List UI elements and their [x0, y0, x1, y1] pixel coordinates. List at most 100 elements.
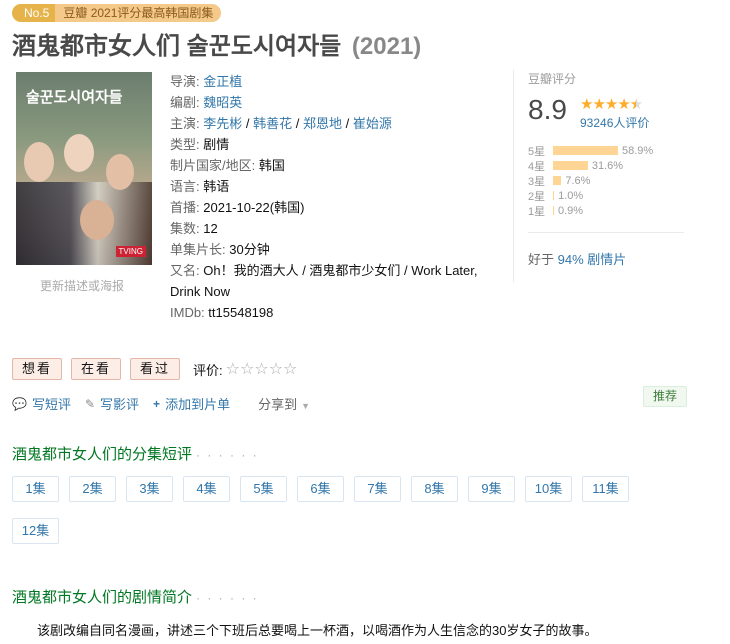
- watching-button[interactable]: 在看: [71, 358, 122, 380]
- distribution-percent: 0.9%: [558, 204, 584, 217]
- writer-link[interactable]: 魏昭英: [203, 95, 242, 110]
- share-dropdown[interactable]: 分享到 ▼: [258, 394, 310, 413]
- add-to-list-label: 添加到片单: [165, 397, 231, 412]
- episode-button[interactable]: 1集: [12, 476, 59, 502]
- director-row: 导演: 金正植: [170, 71, 490, 92]
- distribution-row: 1星 0.9%: [528, 203, 688, 218]
- rating-stars-icon: ★★★★★★: [580, 96, 643, 113]
- director-label: 导演:: [170, 74, 200, 89]
- rating-label: 豆瓣评分: [528, 72, 577, 86]
- episode-button[interactable]: 7集: [354, 476, 401, 502]
- want-to-watch-button[interactable]: 想看: [12, 358, 63, 380]
- pencil-icon: ✎: [84, 396, 96, 411]
- title-main: 酒鬼都市女人们 술꾼도시여자들: [12, 33, 342, 60]
- better-prefix: 好于: [528, 252, 555, 267]
- distribution-label: 3星: [528, 175, 546, 188]
- write-short-review-label: 写短评: [31, 397, 71, 412]
- cast-link[interactable]: 韩善花: [253, 116, 292, 131]
- plus-icon: +: [153, 396, 161, 411]
- episode-button[interactable]: 4集: [183, 476, 230, 502]
- cast-label: 主演:: [170, 116, 200, 131]
- watched-button[interactable]: 看过: [130, 358, 181, 380]
- distribution-percent: 31.6%: [591, 159, 624, 172]
- distribution-row: 3星 7.6%: [528, 173, 688, 188]
- episode-button[interactable]: 2集: [69, 476, 116, 502]
- poster-face: [80, 200, 114, 240]
- rate-stars-icon[interactable]: ☆☆☆☆☆: [226, 359, 298, 379]
- page-title: 酒鬼都市女人们 술꾼도시여자들 (2021): [12, 26, 421, 61]
- episodes-row: 集数: 12: [170, 218, 490, 239]
- episode-button[interactable]: 6集: [297, 476, 344, 502]
- runtime-row: 单集片长: 30分钟: [170, 239, 490, 260]
- episode-button[interactable]: 9集: [468, 476, 515, 502]
- premiere-label: 首播:: [170, 200, 200, 215]
- add-to-list-link[interactable]: + 添加到片单: [153, 394, 230, 413]
- title-year: (2021): [351, 33, 422, 60]
- episode-button[interactable]: 10集: [525, 476, 572, 502]
- language-label: 语言:: [170, 179, 200, 194]
- summary-text: 该剧改编自同名漫画，讲述三个下班后总要喝上一杯酒，以喝酒作为人生信念的30岁女子…: [37, 623, 598, 638]
- poster-face: [24, 142, 54, 182]
- tools-row: 💬 写短评 ✎ 写影评 + 添加到片单 分享到 ▼: [12, 394, 310, 413]
- genre-row: 类型: 剧情: [170, 134, 490, 155]
- distribution-label: 2星: [528, 190, 546, 203]
- language-value: 韩语: [203, 179, 230, 194]
- summary-section-title: 酒鬼都市女人们的剧情简介 · · · · · ·: [12, 586, 259, 607]
- distribution-bar: [553, 206, 554, 215]
- distribution-percent: 7.6%: [565, 174, 591, 187]
- genre-value: 剧情: [203, 137, 230, 152]
- poster-face: [64, 134, 94, 172]
- status-actions: 想看 在看 看过 评价: ☆☆☆☆☆: [12, 358, 297, 380]
- distribution-label: 1星: [528, 205, 546, 218]
- episode-button[interactable]: 11集: [582, 476, 629, 502]
- episode-button[interactable]: 12集: [12, 518, 59, 544]
- section-dots: · · · · · ·: [196, 591, 259, 605]
- aka-row: 又名: Oh！我的酒大人 / 酒鬼都市少女们 / Work Later, Dri…: [170, 260, 490, 302]
- section-dots: · · · · · ·: [196, 448, 259, 462]
- rating-score: 8.9: [528, 94, 567, 125]
- cast-link[interactable]: 郑恩地: [303, 116, 342, 131]
- award-label: 豆瓣 2021评分最高韩国剧集: [55, 4, 222, 22]
- episodes-section-title: 酒鬼都市女人们的分集短评 · · · · · ·: [12, 443, 259, 464]
- episode-grid: 1集 2集 3集 4集 5集 6集 7集 8集 9集 10集 11集 12集: [12, 476, 652, 544]
- aka-label: 又名:: [170, 263, 200, 278]
- imdb-label: IMDb:: [170, 305, 205, 320]
- director-link[interactable]: 金正植: [203, 74, 242, 89]
- info-panel: 导演: 金正植 编剧: 魏昭英 主演: 李先彬 / 韩善花 / 郑恩地 / 崔始…: [170, 71, 490, 323]
- distribution-percent: 58.9%: [622, 144, 654, 157]
- write-short-review-link[interactable]: 💬 写短评: [12, 394, 71, 413]
- better-than: 好于 94% 剧情片: [528, 249, 626, 268]
- ranking-badge[interactable]: No.5 豆瓣 2021评分最高韩国剧集: [12, 4, 222, 22]
- distribution-bar: [553, 191, 555, 200]
- country-row: 制片国家/地区: 韩国: [170, 155, 490, 176]
- rating-count-link[interactable]: 93246人评价: [580, 114, 649, 131]
- episode-button[interactable]: 5集: [240, 476, 287, 502]
- country-label: 制片国家/地区:: [170, 158, 256, 173]
- summary-title-text: 酒鬼都市女人们的剧情简介: [12, 589, 193, 606]
- distribution-label: 4星: [528, 160, 546, 173]
- better-link[interactable]: 94% 剧情片: [558, 252, 627, 267]
- genre-label: 类型:: [170, 137, 200, 152]
- update-poster-link[interactable]: 更新描述或海报: [40, 277, 124, 294]
- poster-title: 술꾼도시여자들: [26, 89, 123, 106]
- write-review-label: 写影评: [100, 397, 140, 412]
- poster-image[interactable]: 술꾼도시여자들 TVING: [16, 72, 152, 265]
- distribution-bar: [553, 161, 588, 170]
- episode-button[interactable]: 3集: [126, 476, 173, 502]
- rate-label: 评价:: [193, 362, 223, 378]
- writer-row: 编剧: 魏昭英: [170, 92, 490, 113]
- rating-panel: 豆瓣评分 8.9 ★★★★★★ 93246人评价 5星 58.9% 4星 31.6% 3…: [513, 70, 684, 282]
- cast-link[interactable]: 崔始源: [353, 116, 392, 131]
- comment-icon: 💬: [12, 396, 27, 411]
- cast-link[interactable]: 李先彬: [203, 116, 242, 131]
- rating-distribution: 5星 58.9% 4星 31.6% 3星 7.6% 2星 1.0% 1星 0.9%: [528, 143, 688, 218]
- runtime-label: 单集片长:: [170, 242, 226, 257]
- episode-button[interactable]: 8集: [411, 476, 458, 502]
- language-row: 语言: 韩语: [170, 176, 490, 197]
- distribution-row: 4星 31.6%: [528, 158, 688, 173]
- recommend-button[interactable]: 推荐: [643, 386, 687, 407]
- divider: [528, 232, 684, 233]
- premiere-value: 2021-10-22(韩国): [203, 200, 305, 215]
- write-review-link[interactable]: ✎ 写影评: [85, 394, 139, 413]
- distribution-row: 2星 1.0%: [528, 188, 688, 203]
